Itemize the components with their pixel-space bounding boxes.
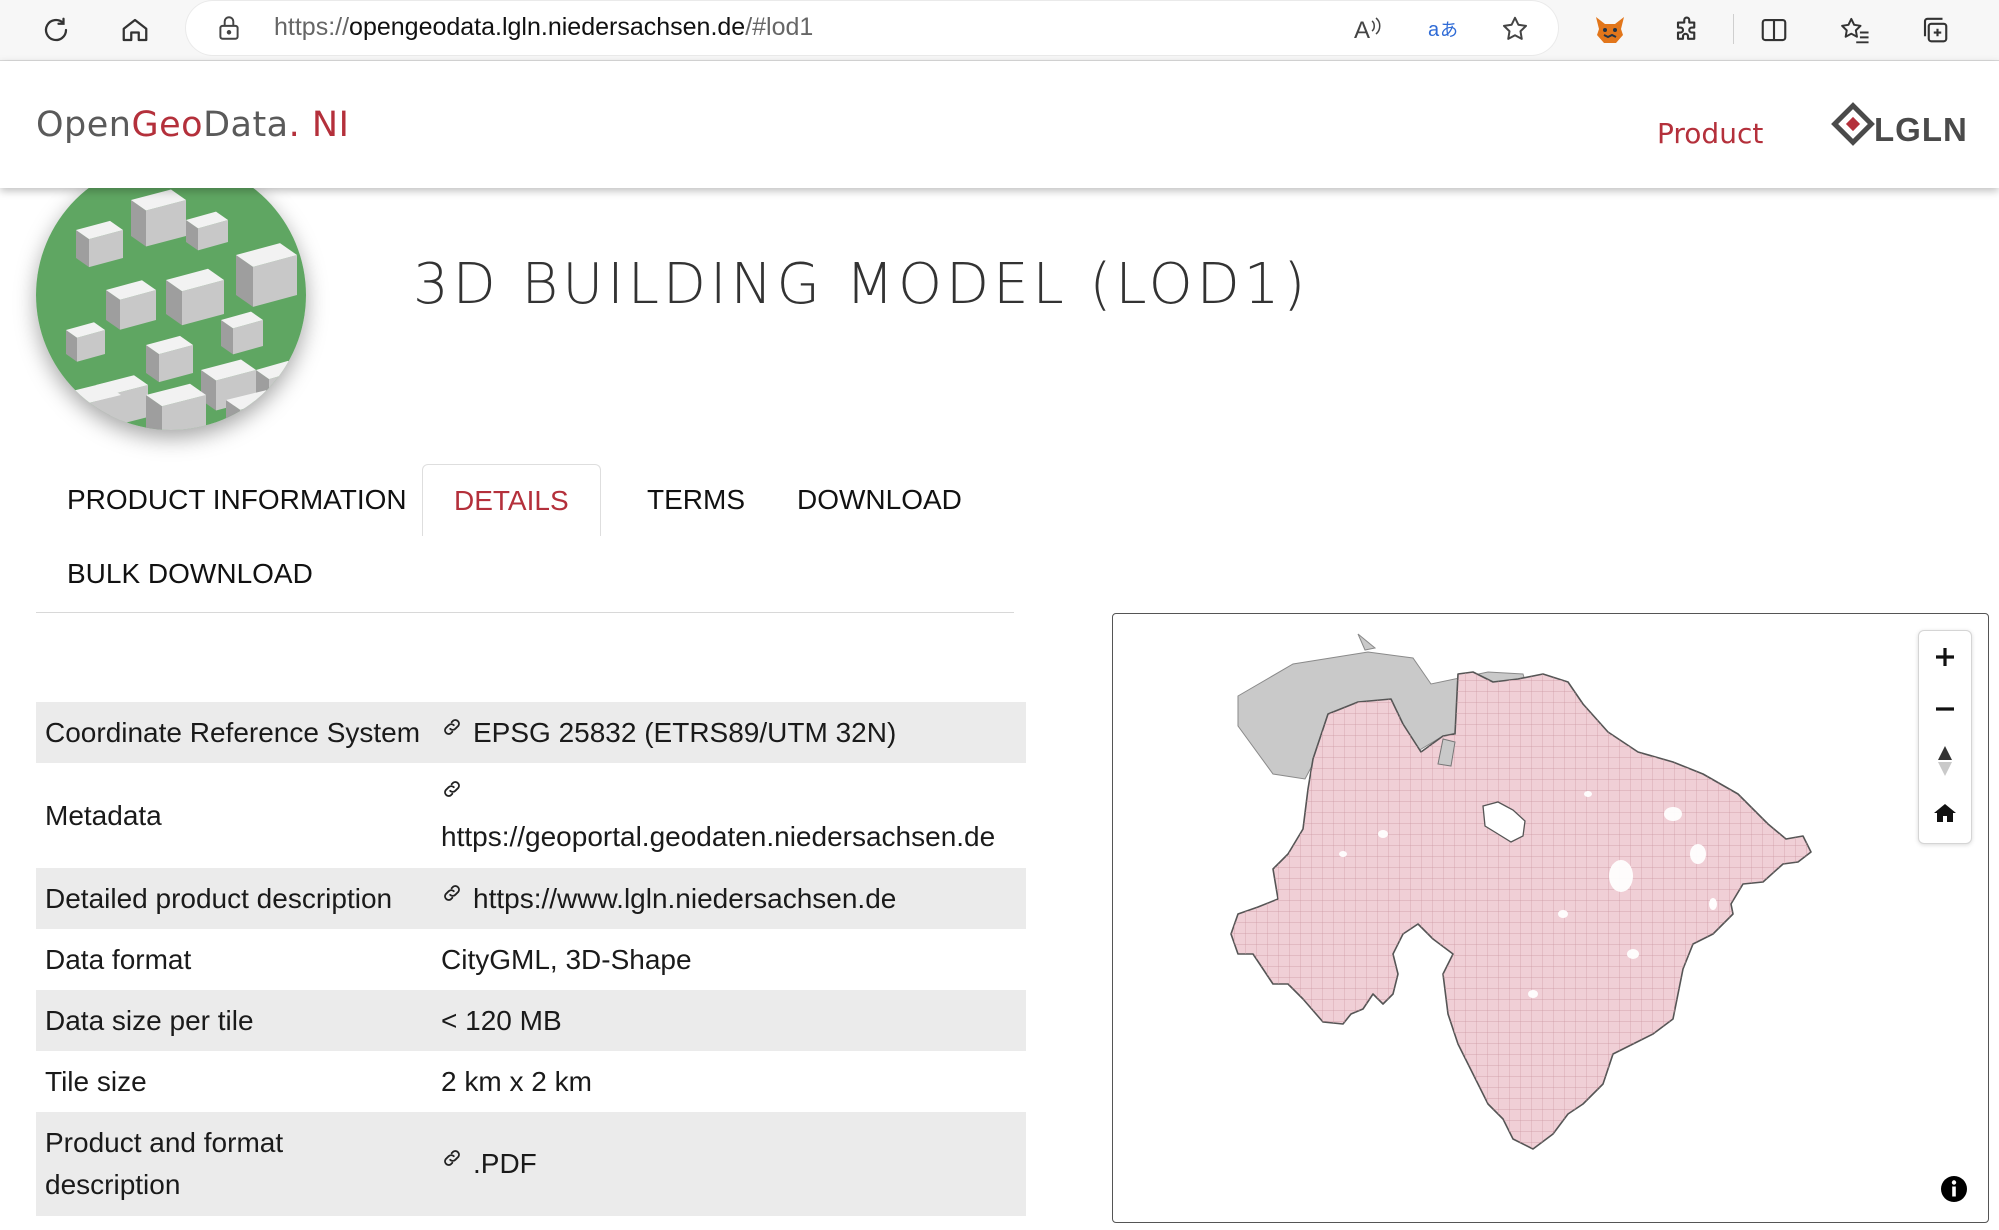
link-icon (444, 884, 460, 901)
row-value: https://geoportal.geodaten.niedersachsen… (432, 763, 1026, 868)
tab-bar: PRODUCT INFORMATION DETAILS TERMS DOWNLO… (36, 464, 1014, 613)
compass-icon[interactable] (1919, 735, 1971, 787)
tab-product-information[interactable]: PRODUCT INFORMATION (36, 464, 438, 536)
product-description-link[interactable]: https://www.lgln.niedersachsen.de (473, 883, 896, 914)
row-value: EPSG 25832 (ETRS89/UTM 32N) (432, 702, 1026, 763)
address-bar[interactable]: https://opengeodata.lgln.niedersachsen.d… (186, 1, 1558, 55)
crs-link[interactable]: EPSG 25832 (ETRS89/UTM 32N) (473, 717, 896, 748)
logo-dot: . (288, 105, 301, 145)
row-value: .PDF (432, 1112, 1026, 1216)
table-row: Product and format description .PDF (36, 1112, 1026, 1216)
refresh-icon[interactable] (34, 8, 78, 52)
split-screen-icon[interactable] (1752, 8, 1796, 52)
row-label: Detailed product description (36, 868, 432, 929)
map-coverage-area (1230, 671, 1812, 1150)
logo-open: Open (36, 105, 132, 145)
zoom-in-icon[interactable] (1919, 631, 1971, 683)
home-icon[interactable] (113, 8, 157, 52)
page-title: 3D BUILDING MODEL (LOD1) (413, 252, 1310, 317)
logo-geo: Geo (131, 105, 204, 145)
tab-download[interactable]: DOWNLOAD (766, 464, 993, 536)
row-label: Data format (45, 943, 192, 975)
map-island (1357, 633, 1377, 651)
translate-icon[interactable]: aあ (1424, 9, 1464, 49)
browser-toolbar: https://opengeodata.lgln.niedersachsen.d… (0, 0, 1999, 61)
svg-text:あ: あ (1440, 20, 1458, 41)
table-row: Detailed product description https://www… (36, 868, 1026, 929)
nav-product-link[interactable]: Product (1657, 117, 1763, 150)
url-host: opengeodata.lgln.niedersachsen.de (349, 13, 746, 41)
link-icon (444, 718, 460, 735)
tab-bulk-download[interactable]: BULK DOWNLOAD (36, 538, 344, 610)
fox-extension-icon[interactable] (1588, 8, 1632, 52)
product-thumbnail (36, 160, 306, 430)
logo-data: Data (203, 105, 289, 145)
row-label: Metadata (45, 799, 162, 831)
lgln-logo-text: LGLN (1874, 111, 1968, 148)
table-row: Coordinate Reference System EPSG 25832 (… (36, 702, 1026, 763)
tab-details[interactable]: DETAILS (422, 464, 601, 536)
collections-icon[interactable] (1913, 8, 1957, 52)
row-value: < 120 MB (432, 990, 1026, 1051)
metadata-link[interactable]: https://geoportal.geodaten.niedersachsen… (441, 821, 995, 852)
url-prefix: https:// (274, 13, 350, 41)
extensions-icon[interactable] (1666, 8, 1710, 52)
map-controls (1918, 630, 1972, 844)
map-canvas[interactable] (1113, 614, 1989, 1223)
details-table: Coordinate Reference System EPSG 25832 (… (36, 702, 1026, 1216)
site-header: OpenGeoData. NI Product LGLN (0, 61, 1999, 188)
row-label: Product and format description (36, 1112, 432, 1216)
svg-text:a: a (1428, 19, 1440, 41)
url-path: /#lod1 (745, 13, 814, 41)
tab-terms[interactable]: TERMS (616, 464, 776, 536)
site-logo[interactable]: OpenGeoData. NI (36, 105, 349, 145)
home-icon[interactable] (1919, 787, 1971, 839)
favorite-star-icon[interactable] (1495, 9, 1535, 49)
table-row: Tile size 2 km x 2 km (36, 1051, 1026, 1112)
building-shape (56, 395, 73, 430)
lock-icon[interactable] (216, 14, 244, 42)
read-aloud-icon[interactable]: A (1348, 9, 1388, 49)
row-label: Tile size (45, 1065, 147, 1097)
pdf-link[interactable]: .PDF (473, 1148, 537, 1179)
table-row: Data size per tile < 120 MB (36, 990, 1026, 1051)
row-label: Data size per tile (36, 990, 432, 1051)
zoom-out-icon[interactable] (1919, 683, 1971, 735)
url-text[interactable]: https://opengeodata.lgln.niedersachsen.d… (274, 13, 813, 42)
link-icon (444, 780, 460, 797)
favorites-icon[interactable] (1833, 8, 1877, 52)
lgln-logo[interactable]: LGLN (1828, 99, 1980, 153)
logo-ni: NI (300, 105, 350, 145)
svg-text:A: A (1354, 17, 1370, 43)
toolbar-divider (1733, 14, 1734, 44)
table-row: Metadata https://geoportal.geodaten.nied… (36, 763, 1026, 868)
link-icon (444, 1150, 460, 1166)
row-value: CityGML, 3D-Shape (441, 943, 692, 975)
coverage-map[interactable] (1112, 613, 1989, 1223)
row-value: https://www.lgln.niedersachsen.de (432, 868, 1026, 929)
table-row: Data format CityGML, 3D-Shape (36, 929, 1026, 990)
row-label: Coordinate Reference System (36, 702, 432, 763)
row-value: 2 km x 2 km (441, 1065, 592, 1097)
info-icon[interactable] (1939, 1174, 1969, 1204)
lgln-mark-icon (1831, 102, 1875, 146)
